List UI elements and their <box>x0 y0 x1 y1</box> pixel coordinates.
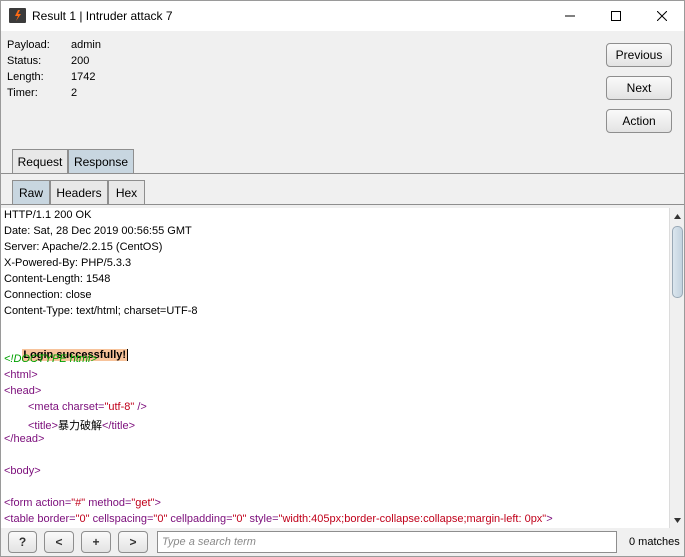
scroll-thumb[interactable] <box>672 226 683 298</box>
head-open-line: <head> <box>4 385 42 397</box>
response-header-line: Server: Apache/2.2.15 (CentOS) <box>4 241 163 253</box>
previous-match-button[interactable]: < <box>44 531 74 553</box>
title-line: <title>暴力破解</title> <box>28 417 135 433</box>
maximize-button[interactable] <box>593 1 639 31</box>
info-key: Length: <box>7 71 44 83</box>
code-token: "0" <box>232 513 247 525</box>
action-button[interactable]: Action <box>606 109 672 133</box>
response-header-line: Content-Length: 1548 <box>4 273 111 285</box>
close-button[interactable] <box>639 1 685 31</box>
code-token: method= <box>85 497 132 509</box>
tab-hex[interactable]: Hex <box>108 180 145 204</box>
html-open-line: <html> <box>4 369 38 381</box>
minimize-button[interactable] <box>547 1 593 31</box>
code-token: "#" <box>71 497 86 509</box>
info-value: 1742 <box>71 71 96 83</box>
view-tabs-bar: Raw Headers Hex <box>1 177 684 208</box>
info-key: Payload: <box>7 39 50 51</box>
body-line: Login successfully! <box>4 337 129 361</box>
info-value: 200 <box>71 55 90 67</box>
info-value: admin <box>71 39 101 51</box>
window-title: Result 1 | Intruder attack 7 <box>32 9 173 23</box>
code-token: <table <box>4 513 38 525</box>
code-token: <meta <box>28 401 62 413</box>
code-token: "0" <box>75 513 90 525</box>
code-token: style= <box>246 513 279 525</box>
info-key: Timer: <box>7 87 38 99</box>
head-close-line: </head> <box>4 433 45 445</box>
response-raw-view[interactable]: HTTP/1.1 200 OK Date: Sat, 28 Dec 2019 0… <box>1 208 669 528</box>
code-token: </title> <box>101 420 135 432</box>
search-bar: ? < + > 0 matches <box>1 528 684 556</box>
intruder-result-window: Result 1 | Intruder attack 7 Payload: ad… <box>0 0 685 557</box>
tab-response[interactable]: Response <box>68 149 134 173</box>
code-token: 暴力破解 <box>57 420 102 432</box>
result-summary-panel: Payload: admin Status: 200 Length: 1742 … <box>1 31 684 177</box>
response-header-line: HTTP/1.1 200 OK <box>4 209 92 221</box>
info-key: Status: <box>7 55 42 67</box>
code-token: "utf-8" <box>104 401 135 413</box>
scroll-up-arrow-icon[interactable] <box>670 208 685 224</box>
code-token: charset= <box>61 401 105 413</box>
next-button[interactable]: Next <box>606 76 672 100</box>
previous-button[interactable]: Previous <box>606 43 672 67</box>
code-token: /> <box>134 401 147 413</box>
vertical-scrollbar[interactable] <box>669 208 684 528</box>
match-count: 0 matches <box>629 536 680 548</box>
tab-raw[interactable]: Raw <box>12 180 50 204</box>
title-bar: Result 1 | Intruder attack 7 <box>1 1 684 31</box>
tabs-divider <box>1 173 684 174</box>
code-token: cellspacing= <box>89 513 154 525</box>
code-token: <form <box>4 497 36 509</box>
response-header-line: Connection: close <box>4 289 92 301</box>
code-token: > <box>154 497 161 509</box>
subtabs-divider <box>1 204 684 205</box>
search-options-button[interactable]: + <box>81 531 111 553</box>
help-button[interactable]: ? <box>8 531 37 553</box>
tab-headers[interactable]: Headers <box>50 180 108 204</box>
code-token: > <box>546 513 553 525</box>
code-token: "0" <box>153 513 168 525</box>
body-open-line: <body> <box>4 465 41 477</box>
code-token: "get" <box>131 497 155 509</box>
table-line: <table border="0" cellspacing="0" cellpa… <box>4 513 553 528</box>
doctype-line: <!DOCTYPE html> <box>4 353 97 365</box>
info-value: 2 <box>71 87 78 99</box>
burp-logo-icon <box>9 8 26 23</box>
code-token: <title> <box>28 420 58 432</box>
next-match-button[interactable]: > <box>118 531 148 553</box>
meta-line: <meta charset="utf-8" /> <box>28 401 147 417</box>
response-header-line: Date: Sat, 28 Dec 2019 00:56:55 GMT <box>4 225 192 237</box>
code-token: cellpadding= <box>167 513 233 525</box>
scroll-down-arrow-icon[interactable] <box>670 512 685 528</box>
tab-request[interactable]: Request <box>12 149 68 173</box>
form-line: <form action="#" method="get"> <box>4 497 161 513</box>
response-header-line: Content-Type: text/html; charset=UTF-8 <box>4 305 198 317</box>
code-token: action= <box>35 497 72 509</box>
response-header-line: X-Powered-By: PHP/5.3.3 <box>4 257 132 269</box>
code-token: border= <box>37 513 76 525</box>
code-token: "width:405px;border-collapse:collapse;ma… <box>278 513 547 525</box>
search-input[interactable] <box>157 531 617 553</box>
